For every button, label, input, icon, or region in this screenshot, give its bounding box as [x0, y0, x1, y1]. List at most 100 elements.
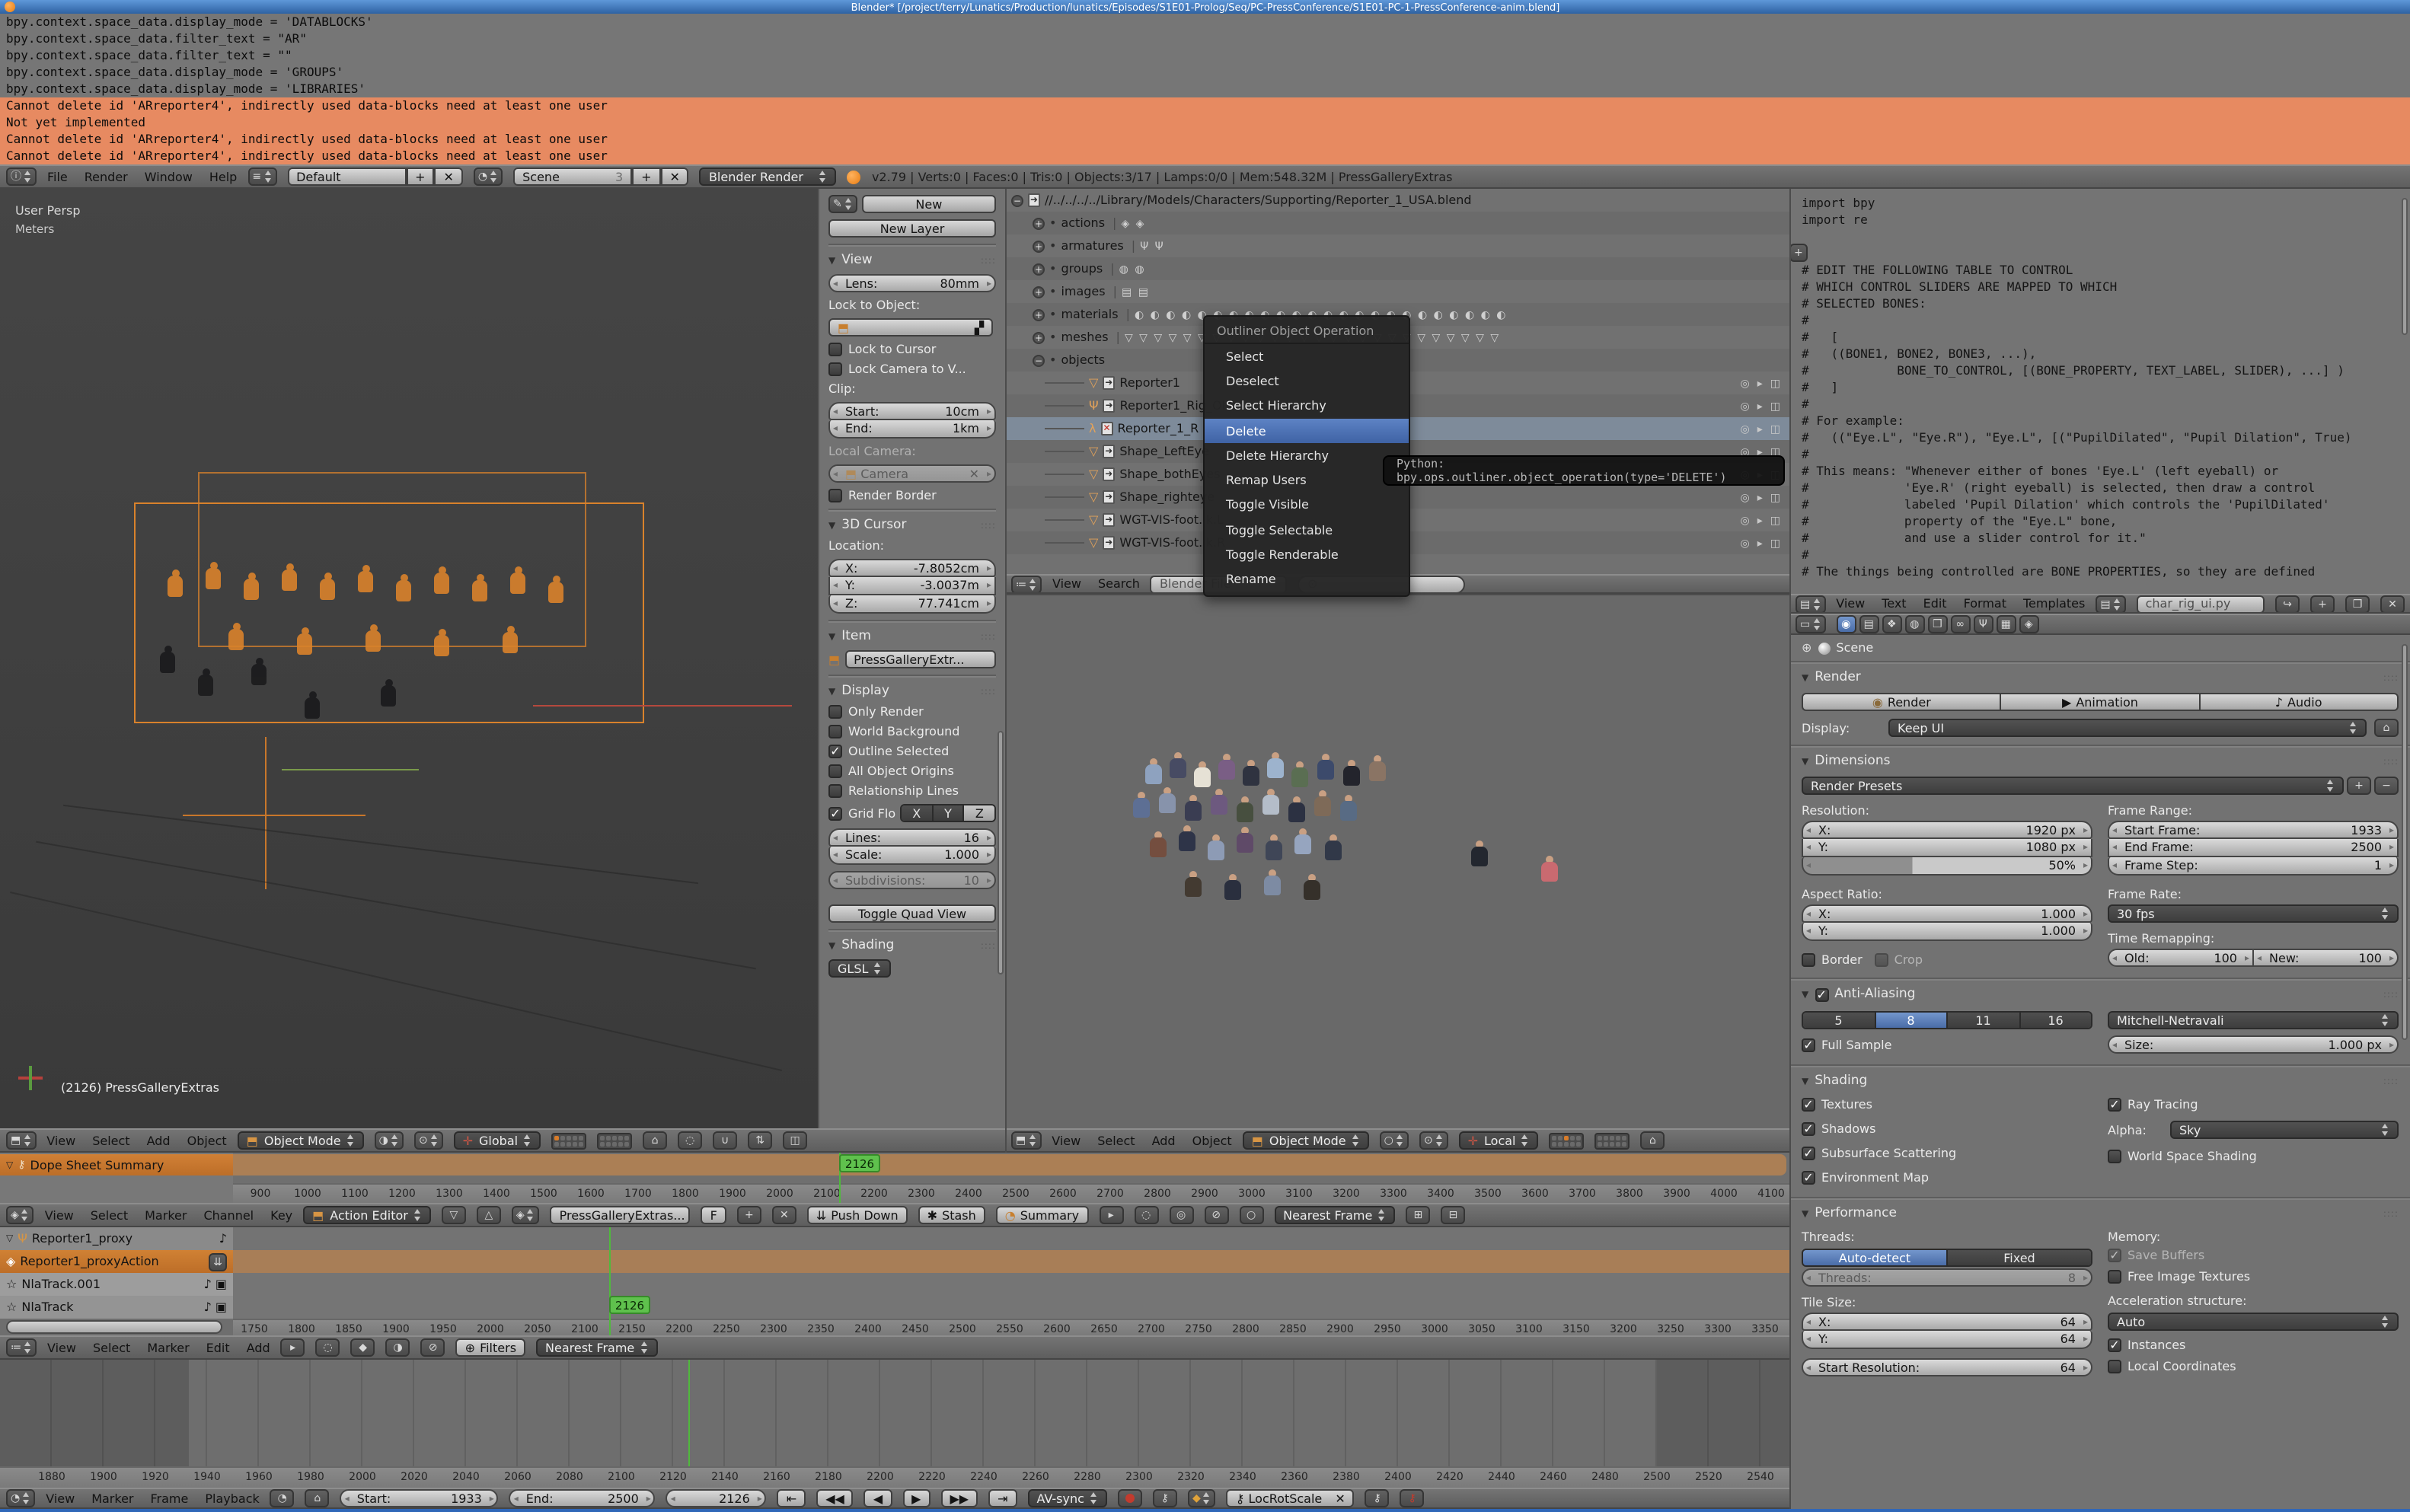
- grid-axis-y[interactable]: Y: [933, 805, 964, 821]
- renderable-icon[interactable]: ◫: [1770, 537, 1780, 549]
- clip-end-field[interactable]: End:1km: [828, 420, 996, 439]
- manipulator-icons[interactable]: ⇅: [748, 1131, 772, 1150]
- visibility-icon[interactable]: ◎: [1741, 400, 1750, 412]
- menu-edit[interactable]: Edit: [206, 1341, 230, 1354]
- shading-mode-select[interactable]: GLSL: [828, 959, 891, 978]
- tab-constraints[interactable]: ∞: [1950, 615, 1970, 633]
- code-line[interactable]: # ]: [1789, 379, 2410, 396]
- tab-material[interactable]: ▦: [1996, 615, 2016, 633]
- display-check-all-object-origins[interactable]: All Object Origins: [828, 764, 996, 778]
- add-layout-button[interactable]: +: [406, 167, 434, 186]
- pivot-icon[interactable]: ⊙: [414, 1131, 443, 1150]
- panel-antialiasing[interactable]: ▼✓Anti-Aliasing::::: [1802, 987, 2399, 1002]
- tab-render[interactable]: ◉: [1836, 615, 1856, 633]
- layers-grid[interactable]: [1550, 1132, 1585, 1149]
- jump-to-start-button[interactable]: ⇤: [777, 1489, 806, 1507]
- tab-physics[interactable]: ◈: [2019, 615, 2038, 633]
- shading-check-subsurface-scattering[interactable]: ✓Subsurface Scattering: [1802, 1147, 2092, 1160]
- menu-object[interactable]: Object: [1192, 1134, 1232, 1147]
- scene-field[interactable]: Scene3: [513, 167, 632, 186]
- nla-channel-footer-pill[interactable]: [6, 1320, 222, 1334]
- context-menu-item-toggle-selectable[interactable]: Toggle Selectable: [1205, 518, 1409, 543]
- eyedropper-icon[interactable]: ▞: [975, 321, 984, 334]
- visibility-icon[interactable]: ◎: [1741, 491, 1750, 503]
- code-line[interactable]: # The things being controlled are BONE P…: [1789, 563, 2410, 580]
- move-up-icon[interactable]: △: [477, 1206, 501, 1224]
- context-menu-item-toggle-renderable[interactable]: Toggle Renderable: [1205, 543, 1409, 568]
- context-menu-item-deselect[interactable]: Deselect: [1205, 369, 1409, 394]
- selectable-icon[interactable]: ▸: [1757, 400, 1763, 412]
- keying-key-icon[interactable]: ⚷: [1153, 1489, 1177, 1507]
- code-line[interactable]: [1789, 245, 2410, 262]
- full-sample-checkbox[interactable]: ✓Full Sample: [1802, 1038, 2092, 1052]
- action-name-field[interactable]: PressGalleryExtras...: [551, 1206, 691, 1224]
- new-text-icon[interactable]: +: [2310, 595, 2335, 613]
- push-down-icon[interactable]: ⇊: [209, 1252, 227, 1271]
- expand-icon[interactable]: +: [1033, 217, 1045, 229]
- code-line[interactable]: #: [1789, 446, 2410, 463]
- editor-type-icon[interactable]: ≔: [6, 1338, 37, 1357]
- clear-icon[interactable]: ✕: [969, 467, 979, 480]
- menu-format[interactable]: Format: [1964, 597, 2006, 611]
- aa-sample-5[interactable]: 5: [1803, 1013, 1875, 1028]
- active-item-name-field[interactable]: PressGalleryExtr...: [844, 650, 996, 668]
- snap-select[interactable]: Nearest Frame: [1274, 1206, 1395, 1224]
- ghost-icon[interactable]: ◌: [1134, 1206, 1158, 1224]
- nla-channel[interactable]: ☆NlaTrack.001♪ ▣: [0, 1273, 233, 1296]
- code-line[interactable]: #: [1789, 312, 2410, 329]
- menu-view[interactable]: View: [47, 1341, 76, 1354]
- expand-icon[interactable]: +: [1033, 263, 1045, 275]
- menu-select[interactable]: Select: [91, 1208, 128, 1222]
- tab-object[interactable]: ❒: [1927, 615, 1947, 633]
- panel-dimensions[interactable]: ▼Dimensions::::: [1802, 754, 2399, 769]
- region-divider[interactable]: [1005, 189, 1007, 1153]
- shading-mode-icon[interactable]: ○: [1380, 1131, 1409, 1150]
- render-preview-icon[interactable]: ◫: [783, 1131, 807, 1150]
- code-line[interactable]: # This means: "Whenever either of bones …: [1789, 463, 2410, 480]
- frame-step-field[interactable]: Frame Step:1: [2108, 857, 2399, 876]
- fps-select[interactable]: 30 fps: [2108, 904, 2399, 923]
- context-menu-item-remap-users[interactable]: Remap Users: [1205, 468, 1409, 493]
- shading-check-environment-map[interactable]: ✓Environment Map: [1802, 1171, 2092, 1185]
- timeline-start-field[interactable]: Start:1933: [340, 1489, 499, 1507]
- proportional-edit-icon[interactable]: ◌: [678, 1131, 702, 1150]
- display-check-outline-selected[interactable]: ✓Outline Selected: [828, 745, 996, 758]
- tab-scene[interactable]: ❖: [1882, 615, 1901, 633]
- mode-select[interactable]: ⬒Object Mode: [1243, 1131, 1369, 1150]
- editor-type-icon[interactable]: ▭: [1796, 615, 1825, 633]
- action-datablock-icon[interactable]: ◈: [512, 1206, 540, 1224]
- threads-fixed-button[interactable]: Fixed: [1948, 1250, 2091, 1265]
- grid-axis-x[interactable]: X: [902, 805, 933, 821]
- next-keyframe-button[interactable]: ▶▶: [940, 1489, 978, 1507]
- timeline-current-frame-field[interactable]: 2126: [666, 1489, 767, 1507]
- tile-x-field[interactable]: X:64: [1802, 1313, 2092, 1331]
- save-buffers-checkbox[interactable]: ✓Save Buffers: [2108, 1249, 2399, 1262]
- viewport-3d-left[interactable]: User Persp Meters (2126) PressGalleryExt…: [0, 189, 818, 1128]
- fake-user-button[interactable]: F: [701, 1206, 726, 1224]
- grid-floor-checkbox[interactable]: ✓Grid Flo: [828, 806, 895, 820]
- new-gpencil-button[interactable]: New: [862, 195, 996, 213]
- delete-scene-button[interactable]: ✕: [661, 167, 689, 186]
- code-line[interactable]: # SELECTED BONES:: [1789, 295, 2410, 312]
- code-line[interactable]: #: [1789, 547, 2410, 563]
- nla-strip-area[interactable]: [233, 1250, 1789, 1273]
- menu-templates[interactable]: Templates: [2023, 597, 2085, 611]
- audio-button[interactable]: ♪Audio: [2200, 693, 2399, 711]
- code-line[interactable]: # WHICH CONTROL SLIDERS ARE MAPPED TO WH…: [1789, 279, 2410, 295]
- context-menu-item-delete-hierarchy[interactable]: Delete Hierarchy: [1205, 443, 1409, 468]
- editor-type-icon[interactable]: ◈: [6, 1206, 34, 1224]
- layers-grid[interactable]: [1595, 1132, 1630, 1149]
- visibility-icon[interactable]: ◎: [1741, 514, 1750, 526]
- menu-view[interactable]: View: [1836, 597, 1865, 611]
- texteditor-scrollbar[interactable]: [2402, 198, 2408, 335]
- nla-channel[interactable]: ☆NlaTrack♪ ▣: [0, 1296, 233, 1319]
- panel-view[interactable]: ▼View::::: [828, 253, 996, 268]
- resolution-x-field[interactable]: X:1920 px: [1802, 821, 2092, 839]
- code-line[interactable]: # property of the "Eye.L" bone,: [1789, 513, 2410, 530]
- paste-keyframes-icon[interactable]: ⊟: [1441, 1206, 1465, 1224]
- outliner-category-images[interactable]: +•images|▤ ▤: [1005, 280, 1789, 303]
- code-line[interactable]: # For example:: [1789, 413, 2410, 429]
- panel-3d-cursor[interactable]: ▼3D Cursor::::: [828, 518, 996, 533]
- timeline-playhead[interactable]: [688, 1360, 690, 1466]
- info-console-log[interactable]: bpy.context.space_data.display_mode = 'D…: [0, 14, 2410, 164]
